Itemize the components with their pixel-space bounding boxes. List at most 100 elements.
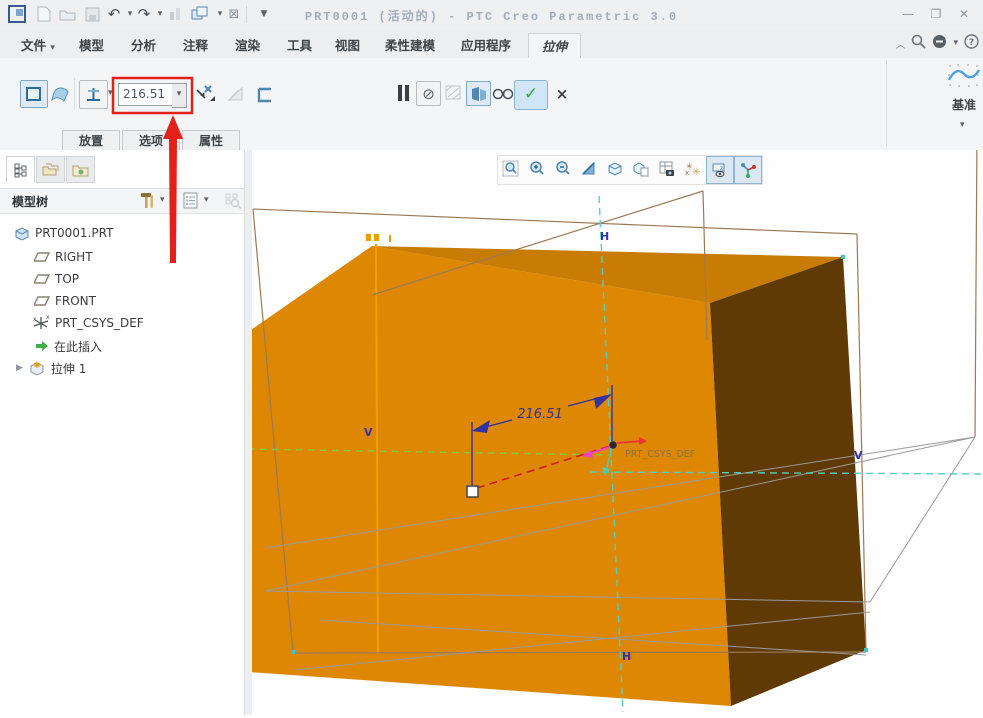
- minimize-button[interactable]: —: [897, 5, 919, 23]
- command-search-icon[interactable]: [911, 34, 926, 52]
- tree-item-front[interactable]: FRONT: [34, 290, 96, 312]
- remove-material-button[interactable]: [224, 82, 248, 106]
- insert-here-icon: [34, 340, 49, 352]
- depth-type-button[interactable]: [79, 80, 108, 109]
- refit-button[interactable]: [498, 156, 524, 182]
- svg-text:z: z: [720, 165, 723, 172]
- ok-button[interactable]: ✓: [514, 80, 548, 110]
- datum-group-caret[interactable]: ▾: [960, 120, 965, 130]
- zoom-out-button[interactable]: [550, 156, 576, 182]
- tab-model-tree[interactable]: [6, 156, 35, 183]
- drag-handle[interactable]: [467, 486, 478, 497]
- datum-display-filters-button[interactable]: ✳✳x: [680, 156, 706, 182]
- resource-center-icon[interactable]: [932, 34, 947, 52]
- tree-item-csys[interactable]: xx PRT_CSYS_DEF: [32, 312, 144, 334]
- tab-model[interactable]: 模型: [66, 33, 117, 58]
- tab-applications[interactable]: 应用程序: [448, 33, 524, 58]
- tree-item-insert-here[interactable]: 在此插入: [34, 335, 102, 357]
- resource-caret-icon[interactable]: ▾: [953, 38, 958, 48]
- svg-text:?: ?: [969, 38, 974, 48]
- shaded-preview-button[interactable]: [466, 81, 491, 106]
- surface-button[interactable]: [48, 82, 72, 106]
- tab-properties[interactable]: 属性: [182, 130, 240, 151]
- display-style-button[interactable]: [602, 156, 628, 182]
- h-label-top: H: [600, 230, 609, 243]
- svg-text:x: x: [685, 169, 689, 177]
- tab-annotate[interactable]: 注释: [170, 33, 221, 58]
- box-front-face[interactable]: [252, 246, 731, 706]
- tab-options[interactable]: 选项: [122, 130, 180, 151]
- datum-group-label[interactable]: 基准: [946, 96, 982, 113]
- tree-item-top[interactable]: TOP: [34, 268, 79, 290]
- expand-caret-icon[interactable]: ▶: [16, 363, 23, 373]
- section-direction-markers: [366, 234, 390, 242]
- svg-text:✳: ✳: [692, 167, 700, 178]
- tab-folder-browser[interactable]: [36, 156, 65, 183]
- ribbon-tab-row: 文件 ▾ 模型 分析 注释 渲染 工具 视图 柔性建模 应用程序 拉伸: [0, 30, 983, 59]
- h-label-bottom: H: [622, 650, 631, 663]
- datum-plane-icon: [34, 251, 50, 263]
- box-right-face[interactable]: [710, 257, 866, 706]
- tree-item-part[interactable]: PRT0001.PRT: [14, 222, 113, 244]
- close-button[interactable]: ✕: [953, 5, 975, 23]
- tab-render[interactable]: 渲染: [222, 33, 273, 58]
- tab-view[interactable]: 视图: [322, 33, 373, 58]
- tree-search-icon[interactable]: [224, 192, 242, 212]
- extrude-icon: ✱: [28, 360, 46, 376]
- tree-settings-icon[interactable]: [138, 191, 156, 213]
- view-manager-button[interactable]: [654, 156, 680, 182]
- collapse-ribbon-icon[interactable]: ︿: [895, 36, 905, 51]
- creo-window: { "window": { "title": "PRT0001 (活动的) - …: [0, 0, 983, 715]
- datum-spline-icon[interactable]: [946, 62, 982, 90]
- dashboard-separator: [74, 78, 75, 110]
- model-tree-panel: 模型树 ▾ ▾ PRT0001.PRT RIGHT TOP FRONT xx P…: [0, 150, 244, 715]
- tree-item-extrude[interactable]: ▶ ✱ 拉伸 1: [16, 357, 86, 379]
- saved-orientations-button[interactable]: [628, 156, 654, 182]
- pause-button[interactable]: [394, 82, 412, 104]
- tab-tools[interactable]: 工具: [274, 33, 325, 58]
- flip-direction-button[interactable]: [193, 82, 217, 106]
- tab-analysis[interactable]: 分析: [118, 33, 169, 58]
- tree-item-right[interactable]: RIGHT: [34, 246, 93, 268]
- title-bar: ↶ ▾ ↷ ▾ ▾ ⊠ ▼ PRT0001 (活动的) - PTC Creo P…: [0, 0, 983, 31]
- verify-button[interactable]: [442, 81, 465, 104]
- spin-center-button[interactable]: [734, 156, 762, 184]
- datum-plane-icon: [34, 273, 50, 285]
- depth-value-field[interactable]: 216.51: [118, 83, 178, 106]
- datum-group-separator: [886, 60, 887, 146]
- model-tree-header: 模型树 ▾ ▾: [0, 188, 244, 214]
- csys-icon: xx: [32, 315, 50, 331]
- depth-value-caret[interactable]: ▾: [172, 83, 187, 108]
- tab-extrude-active[interactable]: 拉伸: [528, 33, 581, 59]
- help-icon[interactable]: ?: [964, 34, 979, 52]
- zoom-in-button[interactable]: [524, 156, 550, 182]
- depth-type-caret-icon[interactable]: ▾: [108, 88, 113, 98]
- tab-flexible-modeling[interactable]: 柔性建模: [372, 33, 448, 58]
- svg-text:x: x: [46, 315, 50, 321]
- restore-button[interactable]: ❐: [925, 5, 947, 23]
- glasses-icon[interactable]: [492, 84, 514, 102]
- no-preview-button[interactable]: ⊘: [416, 81, 441, 106]
- svg-text:✱: ✱: [33, 361, 41, 371]
- tab-file[interactable]: 文件 ▾: [8, 33, 68, 58]
- model-tree-title: 模型树: [12, 193, 48, 210]
- tab-favorites[interactable]: [66, 156, 95, 183]
- tree-filters-icon[interactable]: [183, 192, 200, 212]
- tab-placement[interactable]: 放置: [62, 130, 120, 151]
- dimension-text: 216.51: [517, 407, 563, 422]
- thicken-sketch-button[interactable]: [254, 84, 276, 106]
- tree-filters-caret[interactable]: ▾: [204, 195, 209, 205]
- datum-plane-icon: [34, 295, 50, 307]
- window-title: PRT0001 (活动的) - PTC Creo Parametric 3.0: [0, 7, 983, 24]
- v-label-right: V: [854, 449, 863, 462]
- annotation-display-button[interactable]: z: [706, 156, 734, 184]
- repaint-button[interactable]: [576, 156, 602, 182]
- extrude-dashboard: ▾ 216.51 ▾ ⊘ ✓ × 放置 选项 属性 基准 ▾: [0, 58, 983, 151]
- solid-button[interactable]: [20, 80, 48, 108]
- cancel-icon[interactable]: ×: [552, 83, 572, 105]
- tree-settings-caret[interactable]: ▾: [160, 195, 165, 205]
- v-label-left: V: [364, 426, 373, 439]
- ribbon-right-icons: ︿ ▾ ?: [895, 34, 979, 52]
- graphics-area[interactable]: H H V V 216.51 PRT_CSYS_DEF: [252, 150, 983, 715]
- in-graphics-toolbar: ✳✳x z: [497, 155, 763, 185]
